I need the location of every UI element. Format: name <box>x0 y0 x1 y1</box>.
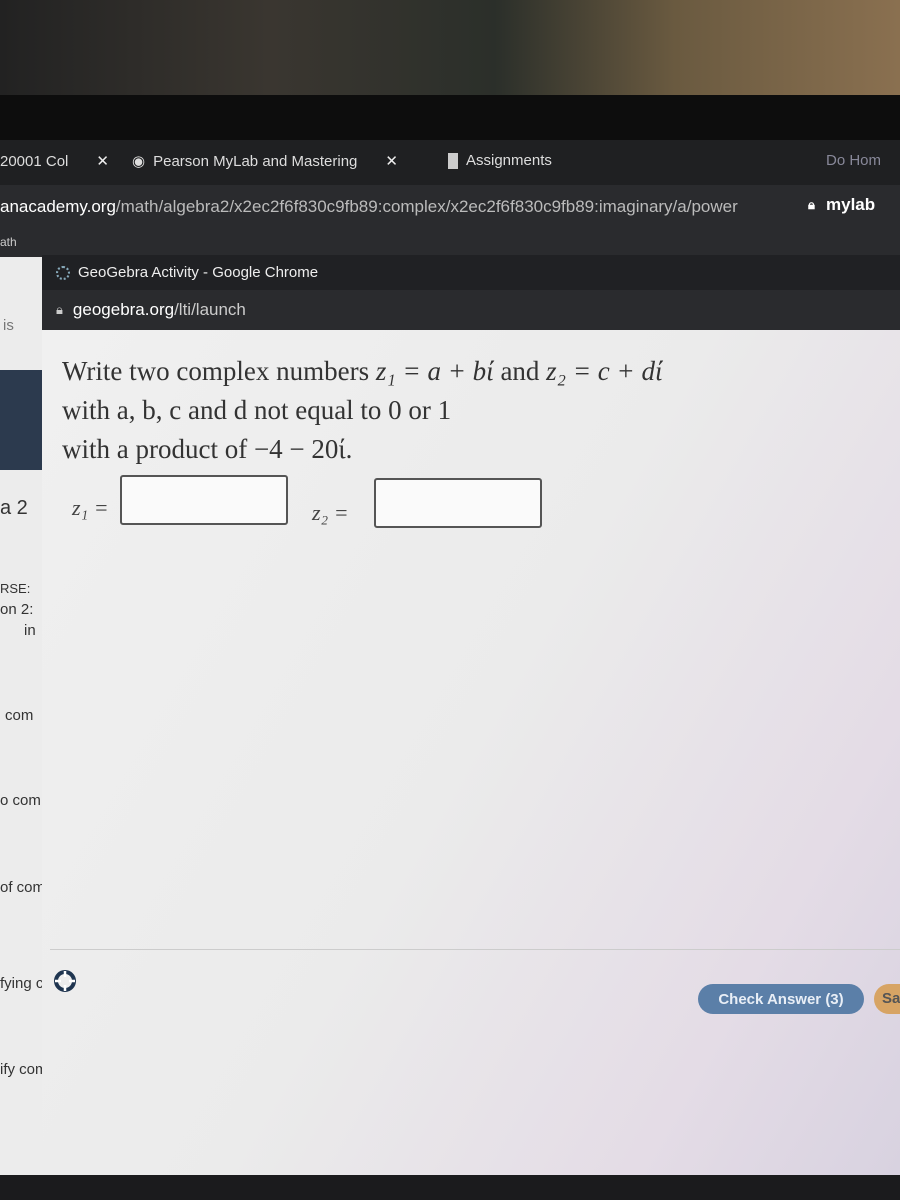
browser-tab-bar: 20001 Col ✕ ◉ Pearson MyLab and Mastering ✕… <box>0 140 900 185</box>
tab-label: 20001 Col <box>0 152 69 170</box>
math-z2: z₂ = c + dί <box>546 356 663 386</box>
close-icon[interactable]: ✕ <box>385 152 398 170</box>
globe-icon: ◉ <box>132 153 146 170</box>
check-answer-button[interactable]: Check Answer (3) <box>698 984 864 1014</box>
fragment[interactable]: com <box>5 707 33 724</box>
address-bar[interactable]: anacademy.org/math/algebra2/x2ec2f6f830c… <box>0 185 900 235</box>
question-text: Write two complex numbers z₁ = a + bί an… <box>62 352 663 469</box>
tab-label: Do Hom <box>826 152 882 169</box>
tab-label: Assignments <box>466 152 552 169</box>
tab-do-homework[interactable]: Do Hom <box>826 152 881 169</box>
fragment: a 2 <box>0 497 28 519</box>
lock-icon: 🔒︎ <box>808 197 815 212</box>
popup-address-bar[interactable]: 🔒︎ geogebra.org/lti/launch <box>42 290 900 330</box>
photo-background <box>0 0 900 100</box>
url-domain: mylab <box>826 195 876 214</box>
text: and <box>493 356 547 386</box>
popup-title-bar: GeoGebra Activity - Google Chrome <box>42 255 900 290</box>
fragment: RSE: <box>0 581 31 596</box>
geogebra-popup-window: GeoGebra Activity - Google Chrome 🔒︎ geog… <box>42 255 900 1175</box>
monitor-bezel-bottom <box>0 1175 900 1200</box>
bookmark-item[interactable]: ath <box>0 235 17 249</box>
close-icon[interactable]: ✕ <box>96 152 109 170</box>
fragment[interactable]: fying c <box>0 975 43 992</box>
fragment[interactable]: ify com <box>0 1061 45 1078</box>
fragment: is <box>3 317 14 334</box>
math-z1: z₁ = a + bί <box>375 356 494 386</box>
tab-college[interactable]: 20001 Col ✕ <box>0 152 109 171</box>
z1-input[interactable] <box>120 475 288 525</box>
fragment: in <box>24 622 36 639</box>
url-domain: geogebra.org <box>72 300 175 319</box>
url-path: /math/algebra2/x2ec2f6f830c9fb89:complex… <box>115 197 738 216</box>
activity-content: Write two complex numbers z₁ = a + bί an… <box>42 330 900 1175</box>
tab-pearson[interactable]: ◉ Pearson MyLab and Mastering ✕ <box>132 152 398 171</box>
url-path: /lti/launch <box>174 300 246 319</box>
text: with a, b, c and d not equal to 0 or 1 <box>62 395 452 425</box>
question-panel: Write two complex numbers z₁ = a + bί an… <box>50 330 900 950</box>
fragment[interactable]: o com <box>0 792 41 809</box>
z1-label: z₁ = <box>72 495 109 520</box>
z2-label: z₂ = <box>312 500 349 525</box>
lifebuoy-icon[interactable] <box>54 970 76 992</box>
bookmarks-bar: ath <box>0 235 900 257</box>
text: with a product of −4 − 20ί. <box>62 434 353 464</box>
geogebra-logo-icon <box>56 265 70 280</box>
background-nav-block <box>0 370 45 470</box>
popup-title: GeoGebra Activity - Google Chrome <box>78 264 319 281</box>
z2-input[interactable] <box>374 478 542 528</box>
tab-label: Pearson MyLab and Mastering <box>153 152 358 170</box>
fragment[interactable]: of com <box>0 879 45 896</box>
save-button[interactable]: Sa <box>874 984 900 1014</box>
lock-icon: 🔒︎ <box>56 302 63 317</box>
fragment: on 2: <box>0 601 34 618</box>
background-page: is a 2 RSE: on 2: in com o com of com fy… <box>0 257 45 1177</box>
monitor-bezel <box>0 95 900 140</box>
tab-assignments[interactable]: Assignments <box>448 152 552 169</box>
side-window-url[interactable]: 🔒︎ mylab <box>800 185 900 235</box>
text: Write two complex numbers <box>62 356 376 386</box>
url-domain: anacademy.org <box>0 197 116 216</box>
document-icon <box>448 152 458 169</box>
